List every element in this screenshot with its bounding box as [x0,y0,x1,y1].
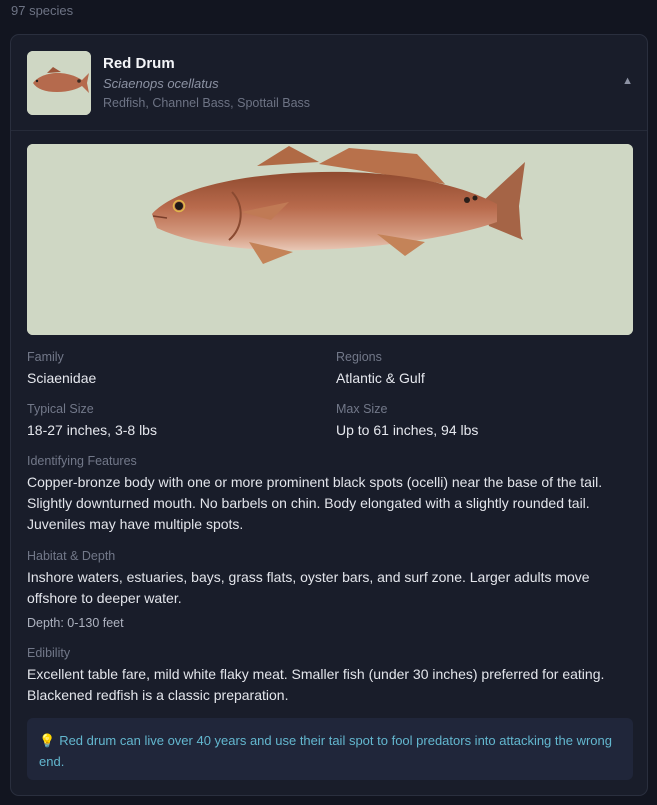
species-thumbnail [27,51,91,115]
species-card: Red Drum Sciaenops ocellatus Redfish, Ch… [10,34,648,796]
features-label: Identifying Features [27,454,137,468]
max-size-label: Max Size [336,402,388,416]
typical-size-label: Typical Size [27,402,94,416]
tip-text: Red drum can live over 40 years and use … [39,733,612,769]
species-name: Red Drum [103,55,175,72]
lightbulb-icon: 💡 [39,733,56,748]
habitat-label: Habitat & Depth [27,549,116,563]
typical-size-value: 18-27 inches, 3-8 lbs [27,422,157,438]
species-card-header[interactable]: Red Drum Sciaenops ocellatus Redfish, Ch… [11,35,647,131]
species-count: 97 species [11,3,74,18]
edibility-text: Excellent table fare, mild white flaky m… [27,666,605,703]
regions-label: Regions [336,350,382,364]
common-names: Redfish, Channel Bass, Spottail Bass [103,96,311,110]
edibility-label: Edibility [27,646,71,660]
features-text: Copper-bronze body with one or more prom… [27,474,603,532]
family-label: Family [27,350,64,364]
regions-value: Atlantic & Gulf [336,370,425,386]
family-value: Sciaenidae [27,370,97,386]
fish-thumbnail-illustration [27,51,91,115]
species-illustration [27,144,633,335]
red-drum-illustration [27,144,633,335]
collapse-chevron-icon[interactable]: ▲ [622,75,633,87]
scientific-name: Sciaenops ocellatus [103,76,219,91]
max-size-value: Up to 61 inches, 94 lbs [336,422,479,438]
depth-text: Depth: 0-130 feet [27,616,124,630]
habitat-text: Inshore waters, estuaries, bays, grass f… [27,569,590,606]
fun-fact-tip: 💡 Red drum can live over 40 years and use… [27,718,633,780]
